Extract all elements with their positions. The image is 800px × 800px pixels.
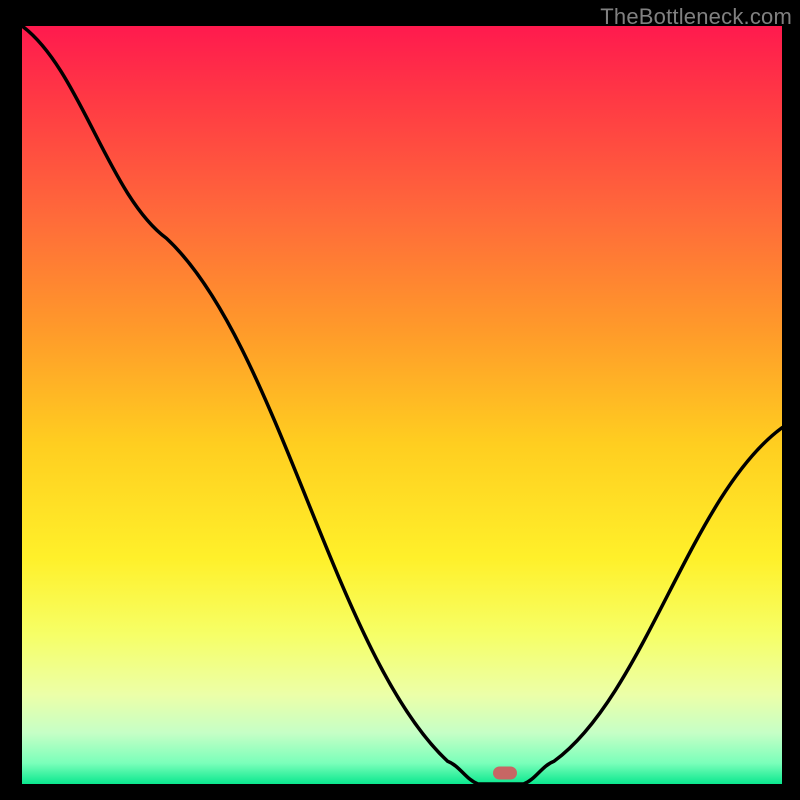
- bottleneck-curve: [22, 26, 782, 784]
- watermark-text: TheBottleneck.com: [600, 4, 792, 30]
- optimal-marker: [493, 766, 517, 779]
- chart-frame: TheBottleneck.com: [0, 0, 800, 800]
- plot-area: [22, 26, 782, 784]
